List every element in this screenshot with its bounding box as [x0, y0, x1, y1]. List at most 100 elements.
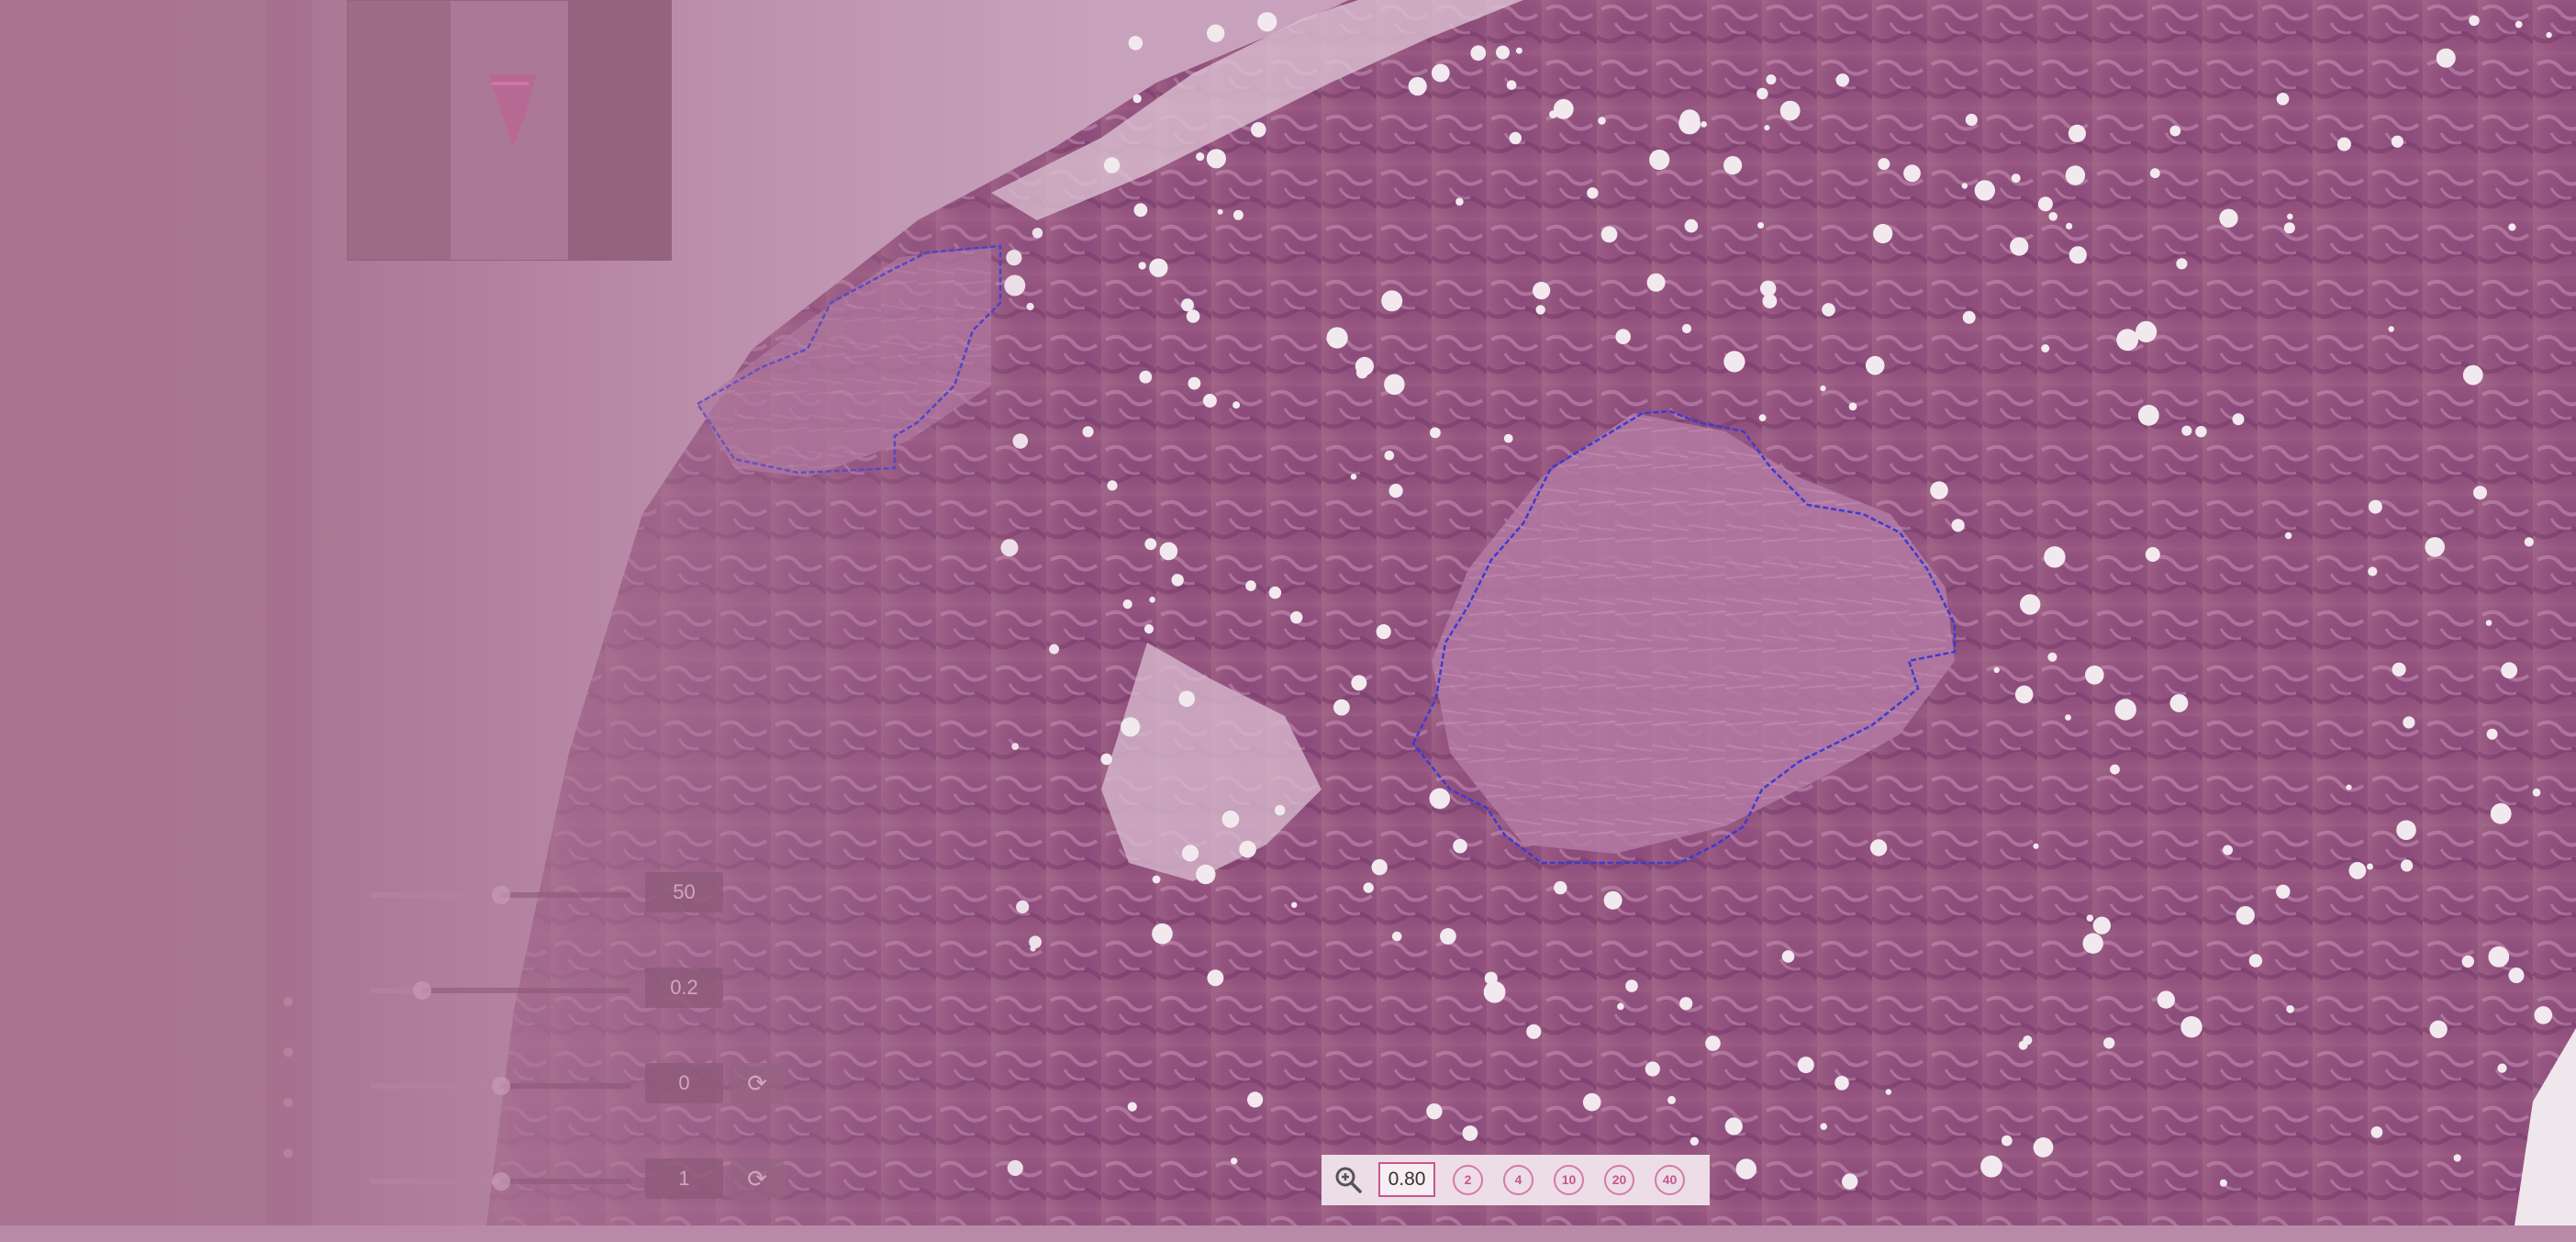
tool-icon-1[interactable]: ●	[273, 987, 303, 1016]
fat-cell	[1965, 113, 1978, 127]
fat-cell	[1000, 539, 1019, 557]
fat-cell	[2370, 1126, 2383, 1138]
fat-cell	[2346, 784, 2352, 790]
slider-fill	[370, 892, 501, 898]
zoom-preset-40x[interactable]: 40	[1655, 1165, 1685, 1195]
slider-thumb[interactable]	[491, 1077, 510, 1095]
fat-cell	[2223, 845, 2233, 856]
reset-button[interactable]: ⟳	[730, 1158, 784, 1199]
fat-cell	[2176, 258, 2188, 270]
tool-icon-4[interactable]: ●	[273, 1138, 303, 1168]
fat-cell	[2284, 531, 2292, 540]
slider-thumb[interactable]	[413, 981, 431, 1000]
fat-cell	[1376, 624, 1391, 640]
fat-cell	[2236, 906, 2255, 925]
fat-cell	[2367, 863, 2373, 870]
fat-cell	[2283, 222, 2295, 234]
fat-cell	[2469, 15, 2480, 27]
fat-cell	[1758, 414, 1767, 421]
fat-cell	[2181, 425, 2192, 436]
adjust-slider-3[interactable]	[370, 1077, 631, 1095]
fat-cell	[1268, 586, 1282, 599]
fat-cell	[1587, 187, 1599, 199]
fat-cell	[1470, 45, 1487, 62]
fat-cell	[2534, 1006, 2553, 1024]
adjust-slider-4[interactable]	[370, 1172, 631, 1191]
fat-cell	[1951, 519, 1965, 532]
fat-cell	[1820, 385, 1826, 392]
fat-cell	[2497, 1063, 2507, 1073]
fat-cell	[1757, 222, 1765, 229]
fat-cell	[2085, 666, 2104, 685]
fat-cell	[2001, 1135, 2013, 1147]
fat-cell	[1526, 1024, 1542, 1039]
fat-cell	[1582, 1092, 1601, 1112]
adjust-slider-2[interactable]	[370, 981, 631, 1000]
reset-button[interactable]: ⟳	[730, 1063, 784, 1103]
fat-cell	[1515, 47, 1522, 54]
fat-cell	[1723, 351, 1745, 373]
fat-cell	[2425, 537, 2445, 557]
slider-fill	[370, 1083, 501, 1089]
fat-cell	[1993, 666, 2000, 673]
fat-cell	[2436, 48, 2456, 68]
fat-cell	[1381, 290, 1403, 312]
zoom-preset-2x[interactable]: 2	[1453, 1165, 1483, 1195]
fat-cell	[2368, 566, 2378, 576]
fat-cell	[1549, 110, 1557, 118]
slider-thumb[interactable]	[491, 1172, 510, 1191]
fat-cell	[2010, 237, 2029, 256]
fat-cell	[2403, 716, 2415, 729]
fat-cell	[1107, 480, 1118, 491]
slider-thumb[interactable]	[491, 886, 510, 904]
tool-icon-2[interactable]: ●	[273, 1037, 303, 1067]
fat-cell	[1453, 838, 1467, 854]
zoom-preset-4x[interactable]: 4	[1503, 1165, 1533, 1195]
fat-cell	[2391, 135, 2403, 148]
fat-cell	[1232, 209, 1243, 220]
fat-cell	[2044, 546, 2066, 568]
fat-cell	[1251, 122, 1266, 138]
fat-cell	[1232, 401, 1241, 409]
adjust-slider-1[interactable]	[370, 886, 631, 904]
fat-cell	[1842, 1173, 1858, 1190]
adjust-value-1[interactable]: 50	[645, 872, 723, 912]
fat-cell	[1149, 258, 1168, 277]
zoom-level-display[interactable]: 0.80	[1378, 1162, 1435, 1197]
fat-cell	[1196, 864, 1216, 885]
adjust-group-1: 50	[370, 854, 792, 936]
fat-cell	[2248, 954, 2263, 968]
fat-cell	[1779, 100, 1801, 121]
fat-cell	[1247, 1091, 1264, 1108]
fat-cell	[1100, 753, 1112, 766]
fat-cell	[1004, 274, 1026, 297]
fat-cell	[2508, 223, 2516, 231]
fat-cell	[1030, 945, 1036, 952]
tool-icon-3[interactable]: ●	[273, 1088, 303, 1117]
zoom-in-icon[interactable]	[1334, 1166, 1362, 1193]
adjust-value-4[interactable]: 1	[645, 1158, 723, 1199]
refresh-icon: ⟳	[747, 1069, 767, 1097]
fat-cell	[1026, 302, 1034, 311]
zoom-preset-20x[interactable]: 20	[1604, 1165, 1634, 1195]
fat-cell	[1533, 282, 1551, 300]
adjust-value-2[interactable]: 0.2	[645, 968, 723, 1008]
fat-cell	[1865, 355, 1885, 375]
fat-cell	[1333, 699, 1350, 716]
zoom-preset-10x[interactable]: 10	[1554, 1165, 1584, 1195]
fat-cell	[1503, 433, 1513, 443]
navigator-thumbnail[interactable]	[347, 0, 672, 261]
fat-cell	[2276, 884, 2291, 899]
fat-cell	[2508, 968, 2525, 983]
fat-cell	[1143, 624, 1154, 634]
fat-cell	[2232, 413, 2245, 426]
adjust-value-3[interactable]: 0	[645, 1063, 723, 1103]
fat-cell	[1007, 1159, 1023, 1176]
fat-cell	[2287, 213, 2293, 220]
fat-cell	[1625, 979, 1638, 992]
fat-cell	[2041, 344, 2050, 352]
fat-cell	[1903, 164, 1921, 183]
fat-cell	[2114, 699, 2136, 721]
fat-cell	[1152, 875, 1161, 884]
fat-cell	[1735, 1158, 1757, 1180]
